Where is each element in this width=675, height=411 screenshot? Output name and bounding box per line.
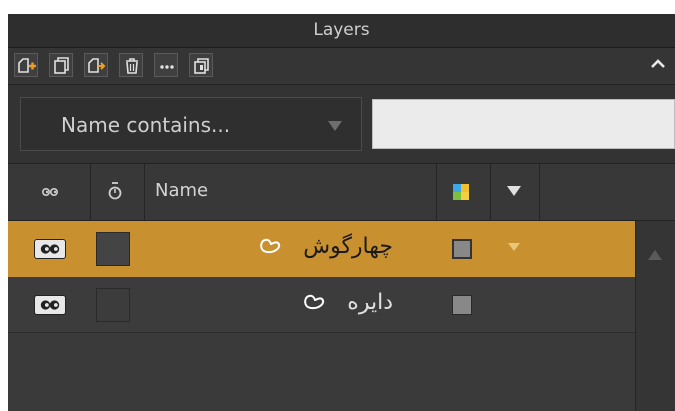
- lock-toggle[interactable]: [96, 232, 130, 266]
- column-divider: [436, 164, 437, 220]
- move-layer-icon: [88, 58, 106, 73]
- triangle-down-icon[interactable]: [508, 243, 520, 252]
- group-layers-icon: [194, 58, 209, 74]
- layer-name[interactable]: دایره: [158, 289, 393, 315]
- name-column-header[interactable]: Name: [155, 180, 208, 201]
- new-layer-icon: [18, 58, 36, 73]
- layer-row[interactable]: دایره: [8, 277, 635, 333]
- layer-name-text: دایره: [347, 289, 393, 315]
- layer-list: چهارگوش دایره: [8, 221, 635, 411]
- eye-icon[interactable]: [40, 185, 60, 199]
- filter-mode-label: Name contains...: [61, 113, 231, 137]
- layer-row-selected[interactable]: چهارگوش: [8, 221, 635, 277]
- delete-layer-button[interactable]: [119, 53, 143, 77]
- layer-name[interactable]: چهارگوش: [158, 233, 393, 259]
- layer-color-swatch[interactable]: [452, 295, 472, 315]
- triangle-down-icon[interactable]: [507, 186, 521, 197]
- layers-panel: Layers Name contains... Name چهارگوش دای…: [8, 14, 675, 411]
- column-divider: [539, 164, 540, 220]
- chevron-up-icon: [651, 59, 665, 68]
- duplicate-layer-icon: [54, 57, 69, 74]
- filter-text-input[interactable]: [372, 99, 675, 149]
- shape-layer-icon: [304, 294, 325, 310]
- scroll-up-icon[interactable]: [648, 250, 662, 260]
- panel-titlebar: Layers: [8, 14, 675, 48]
- new-layer-button[interactable]: [14, 53, 38, 77]
- move-layer-button[interactable]: [84, 53, 108, 77]
- color-label-icon[interactable]: [453, 184, 469, 200]
- shape-layer-icon: [260, 238, 281, 254]
- layer-list-scrollbar[interactable]: [635, 221, 675, 411]
- duplicate-layer-button[interactable]: [49, 53, 73, 77]
- filter-bar: Name contains...: [8, 85, 675, 164]
- stopwatch-icon[interactable]: [107, 181, 123, 201]
- more-options-button[interactable]: [154, 53, 178, 77]
- layer-column-header: Name: [8, 164, 675, 221]
- collapse-panel-button[interactable]: [647, 53, 669, 75]
- layer-name-text: چهارگوش: [303, 233, 393, 259]
- filter-mode-select[interactable]: Name contains...: [20, 97, 362, 151]
- group-layers-button[interactable]: [189, 53, 213, 77]
- dropdown-arrow-icon: [328, 121, 342, 131]
- column-divider: [144, 164, 145, 220]
- lock-toggle[interactable]: [96, 288, 130, 322]
- more-options-icon: [160, 65, 174, 69]
- column-divider: [90, 164, 91, 220]
- panel-title: Layers: [313, 20, 370, 40]
- layers-toolbar: [8, 48, 675, 85]
- trash-icon: [126, 58, 138, 74]
- layer-color-swatch[interactable]: [452, 239, 472, 259]
- visibility-toggle-icon[interactable]: [34, 239, 66, 259]
- visibility-toggle-icon[interactable]: [34, 295, 66, 315]
- column-divider: [490, 164, 491, 220]
